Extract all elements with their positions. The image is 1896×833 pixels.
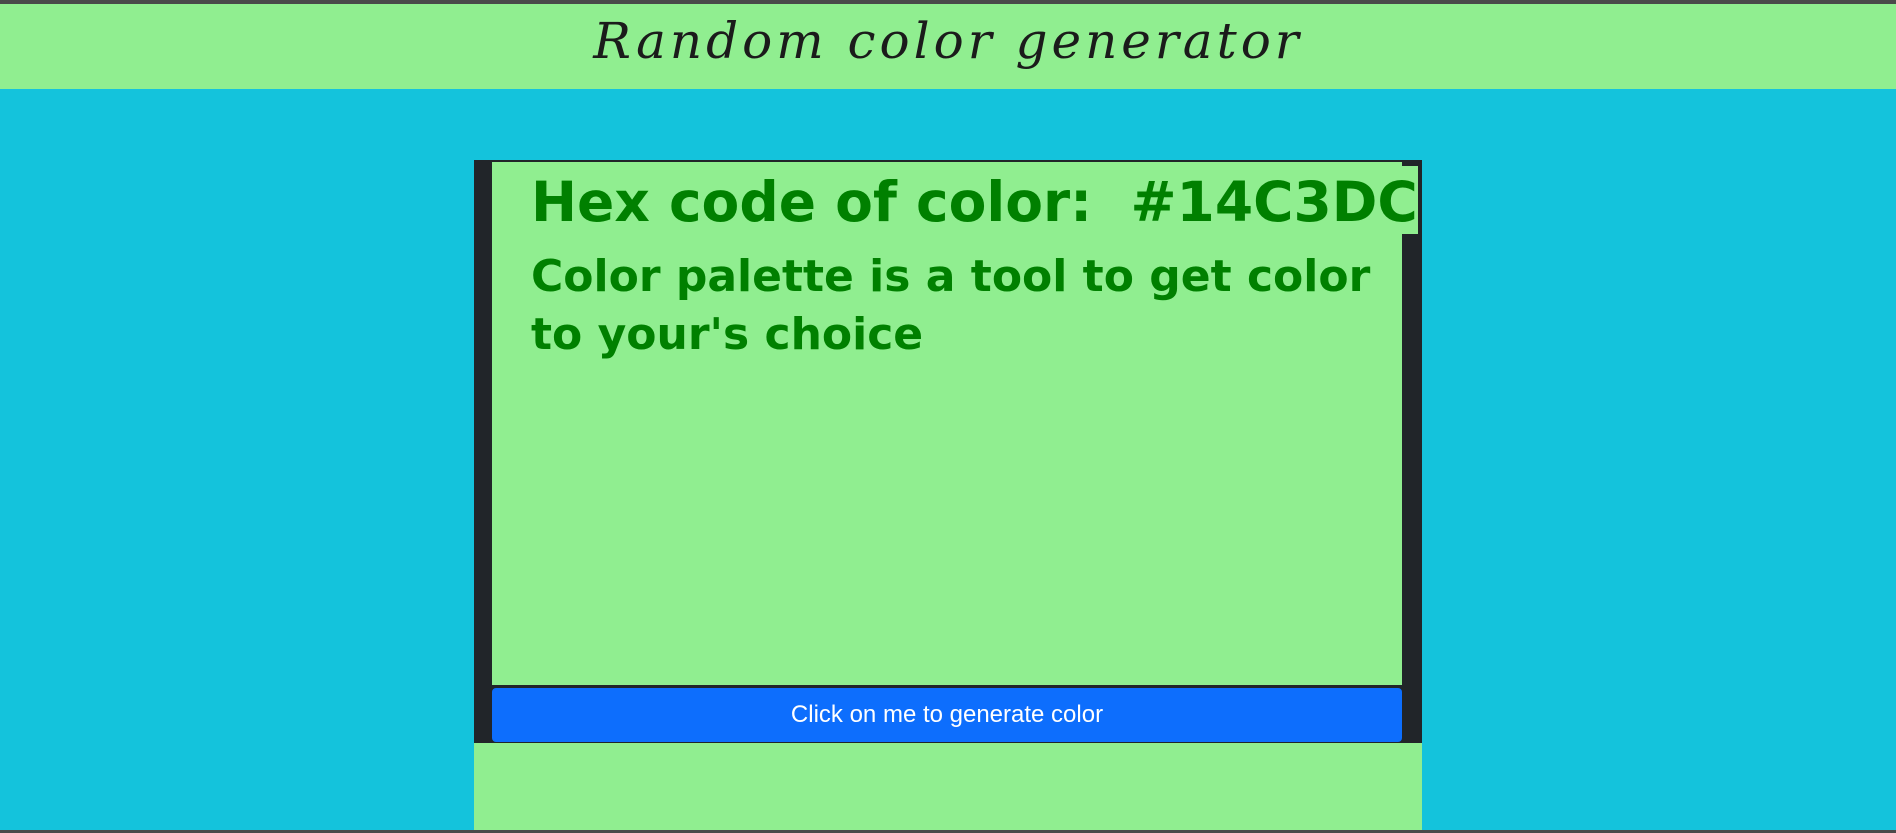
page-title: Random color generator <box>593 12 1303 70</box>
hex-code-label: Hex code of color: <box>531 170 1093 234</box>
header-bar: Random color generator <box>0 4 1896 89</box>
color-preview-panel <box>492 162 1402 685</box>
hex-code-heading: Hex code of color: #14C3DC <box>531 166 1418 236</box>
palette-description: Color palette is a tool to get color to … <box>531 251 1371 360</box>
hex-code-value: #14C3DC <box>1130 166 1418 234</box>
generate-color-button[interactable]: Click on me to generate color <box>492 688 1402 742</box>
card-footer-block <box>474 743 1422 830</box>
